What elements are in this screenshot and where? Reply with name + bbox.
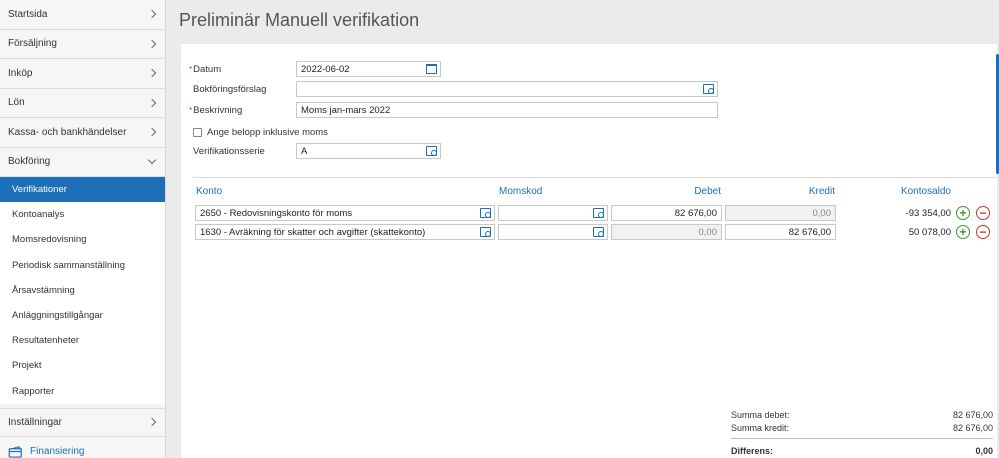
lookup-icon[interactable] [480,208,491,218]
nav-lon[interactable]: Lön [0,88,165,118]
row1-debet-input[interactable]: 82 676,00 [611,205,722,221]
row2-kontosaldo: 50 078,00 [908,227,951,238]
chevron-right-icon [147,98,157,107]
add-row-icon[interactable]: + [956,206,970,220]
required-mark: * [189,106,193,115]
page-header: Preliminär Manuell verifikation [166,0,999,44]
calendar-icon[interactable] [426,64,437,74]
beskrivning-input[interactable]: Moms jan-mars 2022 [296,102,718,118]
nav-forsaljning[interactable]: Försäljning [0,29,165,59]
sidebar-item-momsredovisning[interactable]: Momsredovisning [0,227,165,252]
datum-value: 2022-06-02 [301,64,350,75]
nav-installningar[interactable]: Inställningar [0,407,165,438]
summary-divider [731,438,993,439]
sidebar-item-kontoanalys[interactable]: Kontoanalys [0,202,165,227]
summa-debet-label: Summa debet: [731,410,790,420]
chevron-right-icon [147,418,157,427]
nav-label: Lön [8,97,25,109]
divider [193,177,997,178]
required-mark: * [189,65,193,74]
sidebar-item-anlaggning[interactable]: Anläggningstillgångar [0,303,165,328]
sidebar-item-projekt[interactable]: Projekt [0,353,165,378]
serie-value: A [301,146,308,157]
chevron-right-icon [147,69,157,78]
row1-momskod-input[interactable] [498,205,608,221]
col-header-momskod: Momskod [499,186,543,197]
chevron-right-icon [147,128,157,137]
col-header-kredit: Kredit [808,186,835,197]
beskrivning-label: *Beskrivning [189,105,242,116]
sidebar-item-arsavstamning[interactable]: Årsavstämning [0,278,165,303]
lookup-icon[interactable] [703,84,714,94]
add-row-icon[interactable]: + [956,225,970,239]
row2-debet-input[interactable]: 0,00 [611,224,722,240]
row1-konto-input[interactable]: 2650 - Redovisningskonto för moms [195,205,495,221]
remove-row-icon[interactable]: − [976,225,990,239]
page-title: Preliminär Manuell verifikation [179,10,420,30]
col-header-kontosaldo: Kontosaldo [900,186,951,197]
remove-row-icon[interactable]: − [976,206,990,220]
nav-label: Startsida [8,8,48,20]
card-icon [8,446,22,458]
sidebar-item-verifikationer[interactable]: Verifikationer [0,177,165,203]
chevron-right-icon [147,10,157,19]
nav-finansiering[interactable]: Finansiering [0,437,165,458]
sidebar-item-periodisk[interactable]: Periodisk sammanställning [0,253,165,278]
differens-value: 0,00 [975,446,993,456]
differens-label: Differens: [731,446,774,456]
sidebar-item-resultatenheter[interactable]: Resultatenheter [0,328,165,353]
chevron-right-icon [147,39,157,48]
verification-form-panel: *Datum 2022-06-02 Bokföringsförslag *Bes… [181,44,997,458]
bokforing-submenu: Verifikationer Kontoanalys Momsredovisni… [0,177,165,404]
nav-label: Försäljning [8,38,57,50]
row2-konto-input[interactable]: 1630 - Avräkning för skatter och avgifte… [195,224,495,240]
row2-kredit-input[interactable]: 82 676,00 [725,224,836,240]
datum-label-text: Datum [193,64,222,75]
sidebar-item-rapporter[interactable]: Rapporter [0,379,165,404]
konto-value: 1630 - Avräkning för skatter och avgifte… [200,227,426,238]
lookup-icon[interactable] [593,227,604,237]
nav-label: Inställningar [8,416,62,428]
nav-startsida[interactable]: Startsida [0,0,165,30]
nav-label: Bokföring [8,156,51,168]
beskrivning-label-text: Beskrivning [193,105,243,116]
col-header-konto: Konto [196,186,223,197]
datum-label: *Datum [189,64,221,75]
summa-kredit-value: 82 676,00 [952,423,993,433]
row1-kontosaldo: -93 354,00 [905,208,951,219]
serie-label: Verifikationsserie [193,146,265,157]
lookup-icon[interactable] [426,146,437,156]
row2-momskod-input[interactable] [498,224,608,240]
chevron-down-icon [147,155,157,164]
col-header-debet: Debet [694,186,721,197]
bokforingsforslag-label: Bokföringsförslag [193,84,267,95]
lookup-icon[interactable] [593,208,604,218]
nav-label: Inköp [8,67,33,79]
inklusive-moms-checkbox[interactable] [193,128,202,137]
bokforingsforslag-input[interactable] [296,81,718,97]
inklusive-moms-label: Ange belopp inklusive moms [207,127,328,138]
sidebar: Startsida Försäljning Inköp Lön Kassa- o… [0,0,166,458]
summa-kredit-label: Summa kredit: [731,423,790,433]
summa-debet-value: 82 676,00 [952,410,993,420]
row1-kredit-input[interactable]: 0,00 [725,205,836,221]
lookup-icon[interactable] [480,227,491,237]
serie-input[interactable]: A [296,143,441,159]
datum-input[interactable]: 2022-06-02 [296,61,441,77]
nav-label: Finansiering [30,446,85,458]
nav-inkop[interactable]: Inköp [0,59,165,89]
beskrivning-value: Moms jan-mars 2022 [301,105,391,116]
nav-kassa-bank[interactable]: Kassa- och bankhändelser [0,118,165,148]
konto-value: 2650 - Redovisningskonto för moms [200,208,353,219]
nav-bokforing[interactable]: Bokföring [0,147,165,177]
nav-label: Kassa- och bankhändelser [8,126,127,138]
